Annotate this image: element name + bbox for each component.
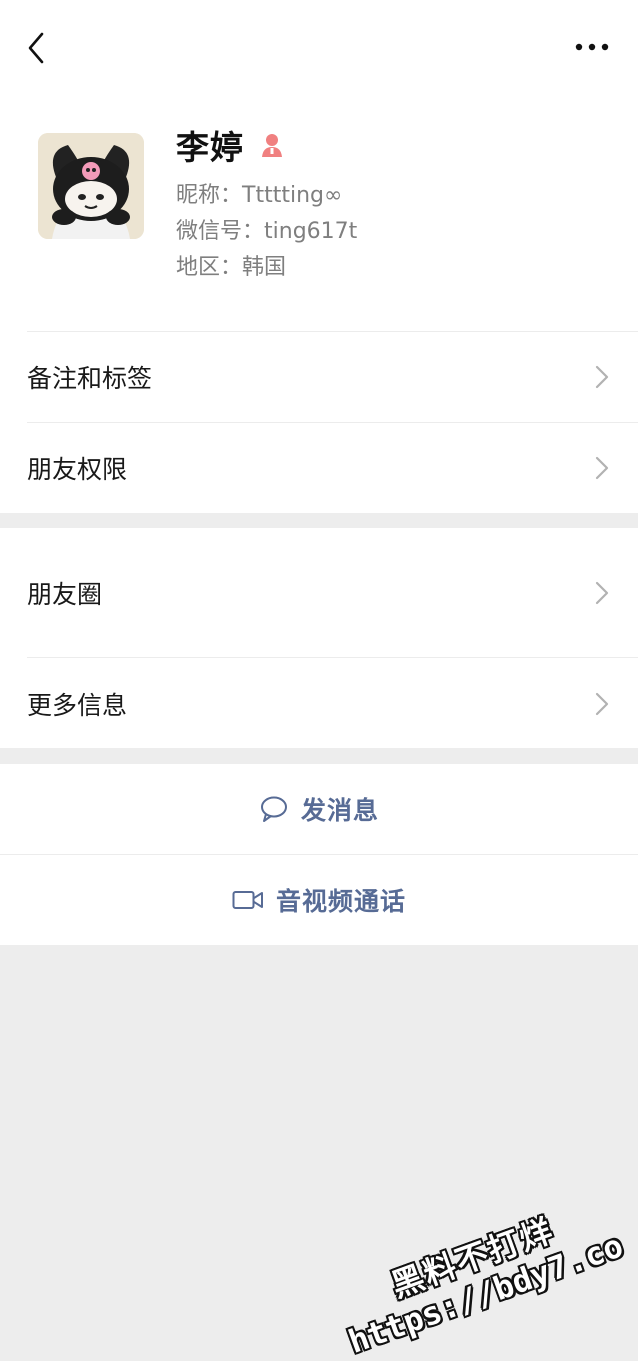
chat-bubble-icon xyxy=(260,796,287,822)
region-row: 地区：韩国 xyxy=(176,249,286,281)
nickname-value: Ttttting∞ xyxy=(242,183,343,208)
wechat-id-value[interactable]: ting617t xyxy=(264,219,357,244)
avatar[interactable] xyxy=(38,133,144,239)
chevron-right-icon xyxy=(595,456,609,480)
send-message-button[interactable]: 发消息 xyxy=(0,764,638,854)
female-icon xyxy=(262,134,282,157)
chevron-right-icon xyxy=(595,581,609,605)
wechat-id-row: 微信号：ting617t xyxy=(176,213,357,245)
contact-name: 李婷 xyxy=(176,128,244,167)
menu-item-friend-permissions[interactable]: 朋友权限 xyxy=(0,422,638,513)
wechat-id-label: 微信号： xyxy=(176,219,265,244)
more-dots-icon[interactable] xyxy=(572,34,612,60)
menu-group-1: 备注和标签 朋友权限 xyxy=(0,331,638,513)
menu-item-label: 朋友圈 xyxy=(27,580,103,609)
top-bar xyxy=(0,0,638,95)
menu-item-label: 更多信息 xyxy=(27,691,128,720)
menu-item-remark-tags[interactable]: 备注和标签 xyxy=(0,331,638,422)
menu-item-moments[interactable]: 朋友圈 xyxy=(0,528,638,657)
chevron-left-icon[interactable] xyxy=(22,30,52,66)
menu-item-label: 朋友权限 xyxy=(27,455,128,484)
watermark: 黑料不打烊 https://bdy7.co xyxy=(330,1191,628,1361)
send-message-label: 发消息 xyxy=(300,796,379,825)
name-row: 李婷 xyxy=(176,123,286,167)
nickname-row: 昵称：Ttttting∞ xyxy=(176,177,342,209)
video-call-label: 音视频通话 xyxy=(275,887,406,916)
chevron-right-icon xyxy=(595,692,609,716)
menu-item-label: 备注和标签 xyxy=(27,364,153,393)
region-label: 地区： xyxy=(176,255,243,280)
menu-group-2: 朋友圈 更多信息 xyxy=(0,528,638,748)
menu-item-more-info[interactable]: 更多信息 xyxy=(0,657,638,748)
video-call-button[interactable]: 音视频通话 xyxy=(0,855,638,945)
region-value: 韩国 xyxy=(242,255,287,280)
chevron-right-icon xyxy=(595,365,609,389)
nickname-label: 昵称： xyxy=(176,183,243,208)
video-camera-icon xyxy=(232,891,263,909)
profile-card: 李婷 昵称：Ttttting∞ 微信号：ting617t 地区：韩国 xyxy=(0,95,638,331)
